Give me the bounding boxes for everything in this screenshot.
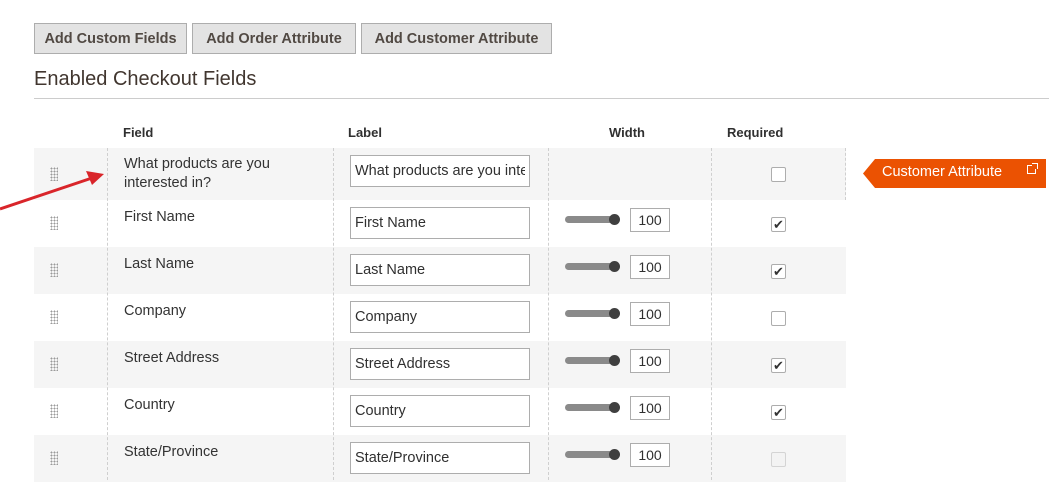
label-input[interactable] bbox=[350, 155, 530, 187]
field-name: First Name bbox=[124, 209, 195, 225]
width-input[interactable] bbox=[630, 208, 670, 232]
drag-handle-icon[interactable] bbox=[50, 357, 58, 371]
width-slider-handle[interactable] bbox=[609, 402, 620, 413]
column-header-width: Width bbox=[609, 125, 645, 140]
drag-handle-icon[interactable] bbox=[50, 310, 58, 324]
width-slider[interactable] bbox=[565, 451, 615, 458]
width-slider[interactable] bbox=[565, 404, 615, 411]
label-input[interactable] bbox=[350, 207, 530, 239]
width-slider[interactable] bbox=[565, 310, 615, 317]
label-input[interactable] bbox=[350, 395, 530, 427]
field-name: Last Name bbox=[124, 256, 195, 272]
customer-attribute-label: Customer Attribute bbox=[882, 164, 1003, 180]
required-checkbox[interactable]: ✔ bbox=[771, 217, 786, 232]
add-customer-attribute-button[interactable]: Add Customer Attribute bbox=[361, 23, 552, 54]
drag-handle-icon[interactable] bbox=[50, 404, 58, 418]
width-slider-handle[interactable] bbox=[609, 355, 620, 366]
section-divider bbox=[34, 98, 1049, 99]
drag-handle-icon[interactable] bbox=[50, 451, 58, 465]
required-checkbox[interactable] bbox=[771, 311, 786, 326]
annotation-arrow-icon bbox=[0, 171, 104, 211]
width-slider-handle[interactable] bbox=[609, 449, 620, 460]
width-slider[interactable] bbox=[565, 357, 615, 364]
add-order-attribute-button[interactable]: Add Order Attribute bbox=[192, 23, 356, 54]
external-link-icon[interactable] bbox=[1027, 163, 1038, 174]
width-input[interactable] bbox=[630, 302, 670, 326]
required-checkbox[interactable]: ✔ bbox=[771, 405, 786, 420]
width-slider[interactable] bbox=[565, 263, 615, 270]
customer-attribute-badge[interactable]: Customer Attribute bbox=[863, 159, 1046, 188]
width-input[interactable] bbox=[630, 255, 670, 279]
width-slider-handle[interactable] bbox=[609, 308, 620, 319]
field-name: What products are you interested in? bbox=[124, 156, 270, 191]
width-input[interactable] bbox=[630, 349, 670, 373]
width-input[interactable] bbox=[630, 396, 670, 420]
column-header-required: Required bbox=[727, 125, 784, 140]
width-input[interactable] bbox=[630, 443, 670, 467]
drag-handle-icon[interactable] bbox=[50, 263, 58, 277]
width-slider-handle[interactable] bbox=[609, 261, 620, 272]
label-input[interactable] bbox=[350, 301, 530, 333]
section-title: Enabled Checkout Fields bbox=[34, 68, 257, 90]
field-name: State/Province bbox=[124, 444, 219, 460]
required-checkbox[interactable] bbox=[771, 167, 786, 182]
add-custom-fields-button[interactable]: Add Custom Fields bbox=[34, 23, 187, 54]
required-checkbox[interactable]: ✔ bbox=[771, 358, 786, 373]
label-input[interactable] bbox=[350, 254, 530, 286]
field-name: Company bbox=[124, 303, 187, 319]
column-header-field: Field bbox=[123, 125, 154, 140]
width-slider[interactable] bbox=[565, 216, 615, 223]
column-header-label: Label bbox=[348, 125, 382, 140]
field-name: Country bbox=[124, 397, 175, 413]
required-checkbox bbox=[771, 452, 786, 467]
field-name: Street Address bbox=[124, 350, 220, 366]
label-input[interactable] bbox=[350, 442, 530, 474]
width-slider-handle[interactable] bbox=[609, 214, 620, 225]
required-checkbox[interactable]: ✔ bbox=[771, 264, 786, 279]
label-input[interactable] bbox=[350, 348, 530, 380]
rows-content: What products are you interested in? Fir… bbox=[34, 148, 846, 480]
